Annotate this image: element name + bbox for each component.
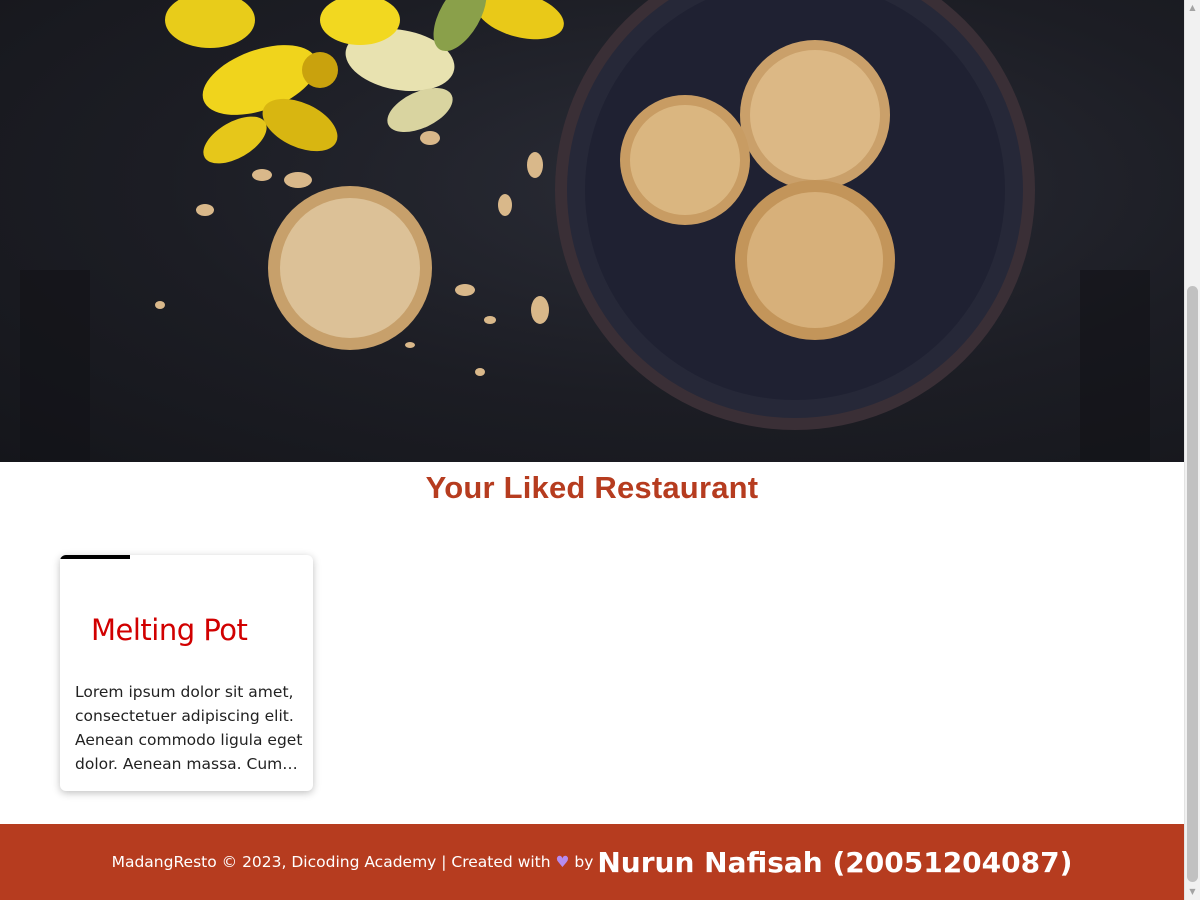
restaurant-description: Lorem ipsum dolor sit amet, consectetuer… <box>75 683 303 773</box>
restaurant-card[interactable]: Melting Pot Lorem ipsum dolor sit amet, … <box>60 555 313 791</box>
scroll-up-icon[interactable]: ▲ <box>1185 0 1200 16</box>
footer-by: by <box>574 853 594 871</box>
page-title: Your Liked Restaurant <box>425 470 759 505</box>
footer-copyright: MadangResto © 2023, Dicoding Academy | C… <box>111 853 551 871</box>
scroll-down-icon[interactable]: ▼ <box>1185 884 1200 900</box>
vertical-scrollbar[interactable]: ▲ ▼ <box>1184 0 1200 900</box>
footer-author: Nurun Nafisah (20051204087) <box>597 845 1073 879</box>
card-accent-bar <box>60 555 130 559</box>
hero-image <box>0 0 1184 462</box>
restaurant-name-link[interactable]: Melting Pot <box>91 613 248 647</box>
scrollbar-thumb[interactable] <box>1187 286 1198 882</box>
footer: MadangResto © 2023, Dicoding Academy | C… <box>0 824 1184 900</box>
footer-text: MadangResto © 2023, Dicoding Academy | C… <box>112 853 594 871</box>
hero-illustration <box>20 0 1150 460</box>
heart-icon: ♥ <box>555 853 570 871</box>
daffodils <box>165 0 564 164</box>
